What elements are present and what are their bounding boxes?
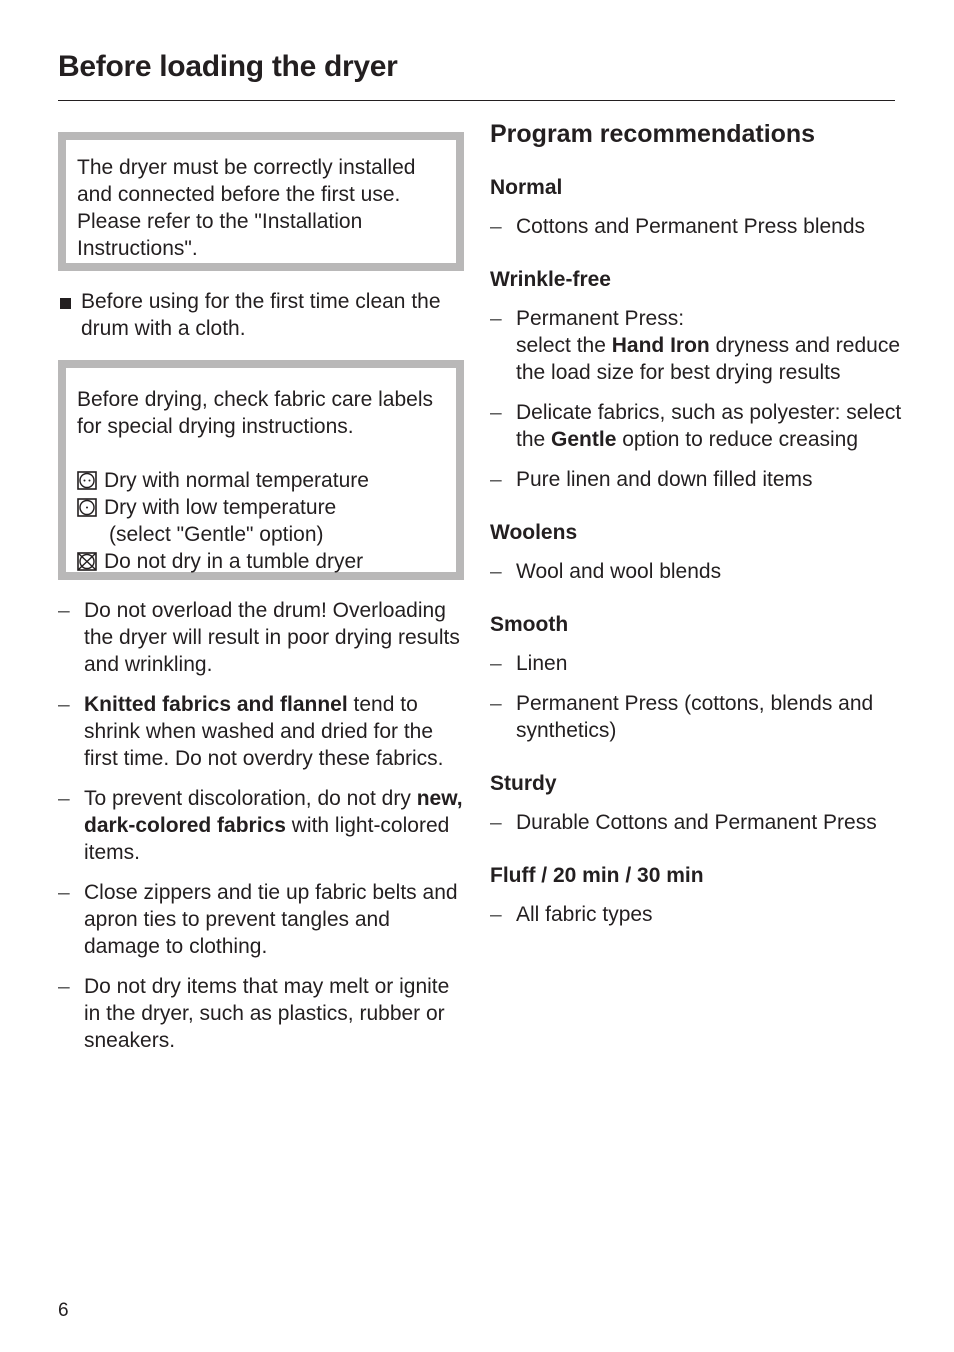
program-block: Wrinkle-free – Permanent Press: select the … [490, 266, 910, 493]
do-not-tumble-dry-icon [77, 552, 97, 571]
list-item: – Permanent Press (cottons, blends and sy… [490, 690, 910, 744]
item-text: Permanent Press (cottons, blends and syn… [516, 692, 874, 742]
item-line: Cottons and Permanent Press blends [516, 213, 910, 240]
program-items: – Permanent Press: select the Hand Iron dr… [490, 305, 910, 493]
tip-text: To prevent discoloration, do not dry [84, 787, 417, 810]
dash-bullet: – [490, 307, 502, 330]
left-column: The dryer must be correctly installed an… [58, 132, 464, 1067]
page-title: Before loading the dryer [58, 50, 398, 83]
item-text: All fabric types [516, 903, 653, 926]
loading-tips-list: – Do not overload the drum! Overloading … [58, 597, 464, 1054]
list-item: – Pure linen and down filled items [490, 466, 910, 493]
list-item: – Cottons and Permanent Press blends [490, 213, 910, 240]
program-name: Normal [490, 176, 563, 199]
list-item: – To prevent discoloration, do not dry n… [58, 785, 464, 866]
installation-note-box: The dryer must be correctly installed an… [58, 132, 464, 271]
list-item: – Linen [490, 650, 910, 677]
program-name: Sturdy [490, 772, 557, 795]
square-bullet-icon [60, 298, 71, 309]
item-text: Wool and wool blends [516, 560, 722, 583]
care-symbol-text: Do not dry in a tumble dryer [104, 550, 364, 573]
item-text: Permanent Press: [516, 307, 685, 330]
dash-bullet: – [490, 401, 502, 424]
care-symbol-row: Do not dry in a tumble dryer [77, 548, 446, 575]
program-items: – Cottons and Permanent Press blends [490, 213, 910, 240]
tip-text: Close zippers and tie up fabric belts an… [84, 881, 458, 958]
list-item: – Wool and wool blends [490, 558, 910, 585]
right-column: Program recommendations Normal – Cottons a… [490, 118, 910, 954]
program-items: – Wool and wool blends [490, 558, 910, 585]
dash-bullet: – [58, 787, 70, 810]
program-list: Normal – Cottons and Permanent Press blend… [490, 174, 910, 928]
item-bold-text: Hand Iron [611, 334, 710, 357]
program-block: Fluff / 20 min / 30 min – All fabric types [490, 862, 910, 928]
clean-drum-bullet: Before using for the first time clean th… [58, 288, 464, 342]
list-item: – Do not dry items that may melt or igni… [58, 973, 464, 1054]
care-labels-intro: Before drying, check fabric care labels … [77, 388, 434, 438]
care-symbol-row: Dry with low temperature [77, 494, 446, 521]
dash-bullet: – [490, 903, 502, 926]
program-name: Wrinkle-free [490, 268, 611, 291]
program-name: Woolens [490, 521, 578, 544]
dash-bullet: – [490, 215, 502, 238]
tip-text: Do not overload the drum! Overloading th… [84, 599, 460, 676]
item-line: Delicate fabrics, such as polyester: sel… [516, 399, 910, 453]
care-symbol-text: Dry with low temperature [104, 496, 337, 519]
program-items: – Durable Cottons and Permanent Press [490, 809, 910, 836]
dash-bullet: – [490, 652, 502, 675]
dash-bullet: – [490, 560, 502, 583]
dash-bullet: – [490, 468, 502, 491]
item-line: Linen [516, 650, 910, 677]
program-block: Woolens – Wool and wool blends [490, 519, 910, 585]
item-line: Durable Cottons and Permanent Press [516, 809, 910, 836]
title-divider [58, 100, 895, 101]
clean-drum-text: Before using for the first time clean th… [81, 290, 441, 340]
page-number: 6 [58, 1300, 69, 1321]
item-line: Permanent Press: [516, 305, 910, 332]
care-symbol-row: Dry with normal temperature [77, 467, 446, 494]
list-item: – Permanent Press: select the Hand Iron dr… [490, 305, 910, 386]
program-block: Sturdy – Durable Cottons and Permanent Pre… [490, 770, 910, 836]
item-line: Pure linen and down filled items [516, 466, 910, 493]
installation-note-text: The dryer must be correctly installed an… [77, 156, 416, 260]
tip-text: Do not dry items that may melt or ignite… [84, 975, 450, 1052]
program-block: Smooth – Linen – Permanent Press (cottons, b… [490, 611, 910, 744]
list-item: – All fabric types [490, 901, 910, 928]
program-items: – All fabric types [490, 901, 910, 928]
care-labels-note-box: Before drying, check fabric care labels … [58, 360, 464, 580]
tumble-dry-normal-icon [77, 471, 97, 490]
item-text: select the [516, 334, 612, 357]
item-line: Wool and wool blends [516, 558, 910, 585]
dash-bullet: – [58, 693, 70, 716]
dash-bullet: – [58, 975, 70, 998]
item-text: Durable Cottons and Permanent Press [516, 811, 877, 834]
program-items: – Linen – Permanent Press (cottons, blends … [490, 650, 910, 744]
program-name: Fluff / 20 min / 30 min [490, 864, 704, 887]
tip-bold-text: Knitted fabrics and flannel [84, 693, 348, 716]
item-line: Permanent Press (cottons, blends and syn… [516, 690, 910, 744]
item-text: Cottons and Permanent Press blends [516, 215, 866, 238]
list-item: – Knitted fabrics and flannel tend to sh… [58, 691, 464, 772]
list-item: – Do not overload the drum! Overloading … [58, 597, 464, 678]
program-block: Normal – Cottons and Permanent Press blend… [490, 174, 910, 240]
list-item: – Close zippers and tie up fabric belts … [58, 879, 464, 960]
care-symbol-subtext: (select "Gentle" option) [109, 523, 324, 546]
section-heading: Program recommendations [490, 120, 816, 148]
item-bold-text: Gentle [551, 428, 617, 451]
dash-bullet: – [490, 811, 502, 834]
care-symbol-text: Dry with normal temperature [104, 469, 369, 492]
dash-bullet: – [490, 692, 502, 715]
item-text: option to reduce creasing [616, 428, 859, 451]
tumble-dry-low-icon [77, 498, 97, 517]
item-text: Pure linen and down filled items [516, 468, 813, 491]
list-item: – Delicate fabrics, such as polyester: se… [490, 399, 910, 453]
dash-bullet: – [58, 881, 70, 904]
dash-bullet: – [58, 599, 70, 622]
list-item: – Durable Cottons and Permanent Press [490, 809, 910, 836]
item-line: select the Hand Iron dryness and reduce … [516, 332, 910, 386]
program-name: Smooth [490, 613, 569, 636]
item-line: All fabric types [516, 901, 910, 928]
item-text: Linen [516, 652, 568, 675]
